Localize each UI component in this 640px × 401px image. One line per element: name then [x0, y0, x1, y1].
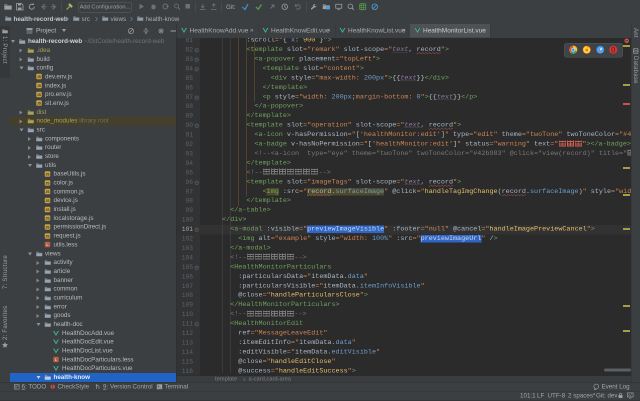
svg-text:JS: JS — [45, 199, 50, 203]
svg-text:JS: JS — [37, 93, 42, 97]
svg-text:JS: JS — [45, 234, 50, 238]
svg-text:JS: JS — [45, 217, 50, 221]
svg-text:JS: JS — [45, 225, 50, 229]
svg-text:JS: JS — [37, 102, 42, 106]
svg-text:JS: JS — [45, 172, 50, 176]
svg-text:JS: JS — [37, 84, 42, 88]
svg-text:JS: JS — [45, 208, 50, 212]
svg-text:JS: JS — [45, 181, 50, 185]
svg-text:JS: JS — [45, 190, 50, 194]
svg-text:JS: JS — [37, 75, 42, 79]
